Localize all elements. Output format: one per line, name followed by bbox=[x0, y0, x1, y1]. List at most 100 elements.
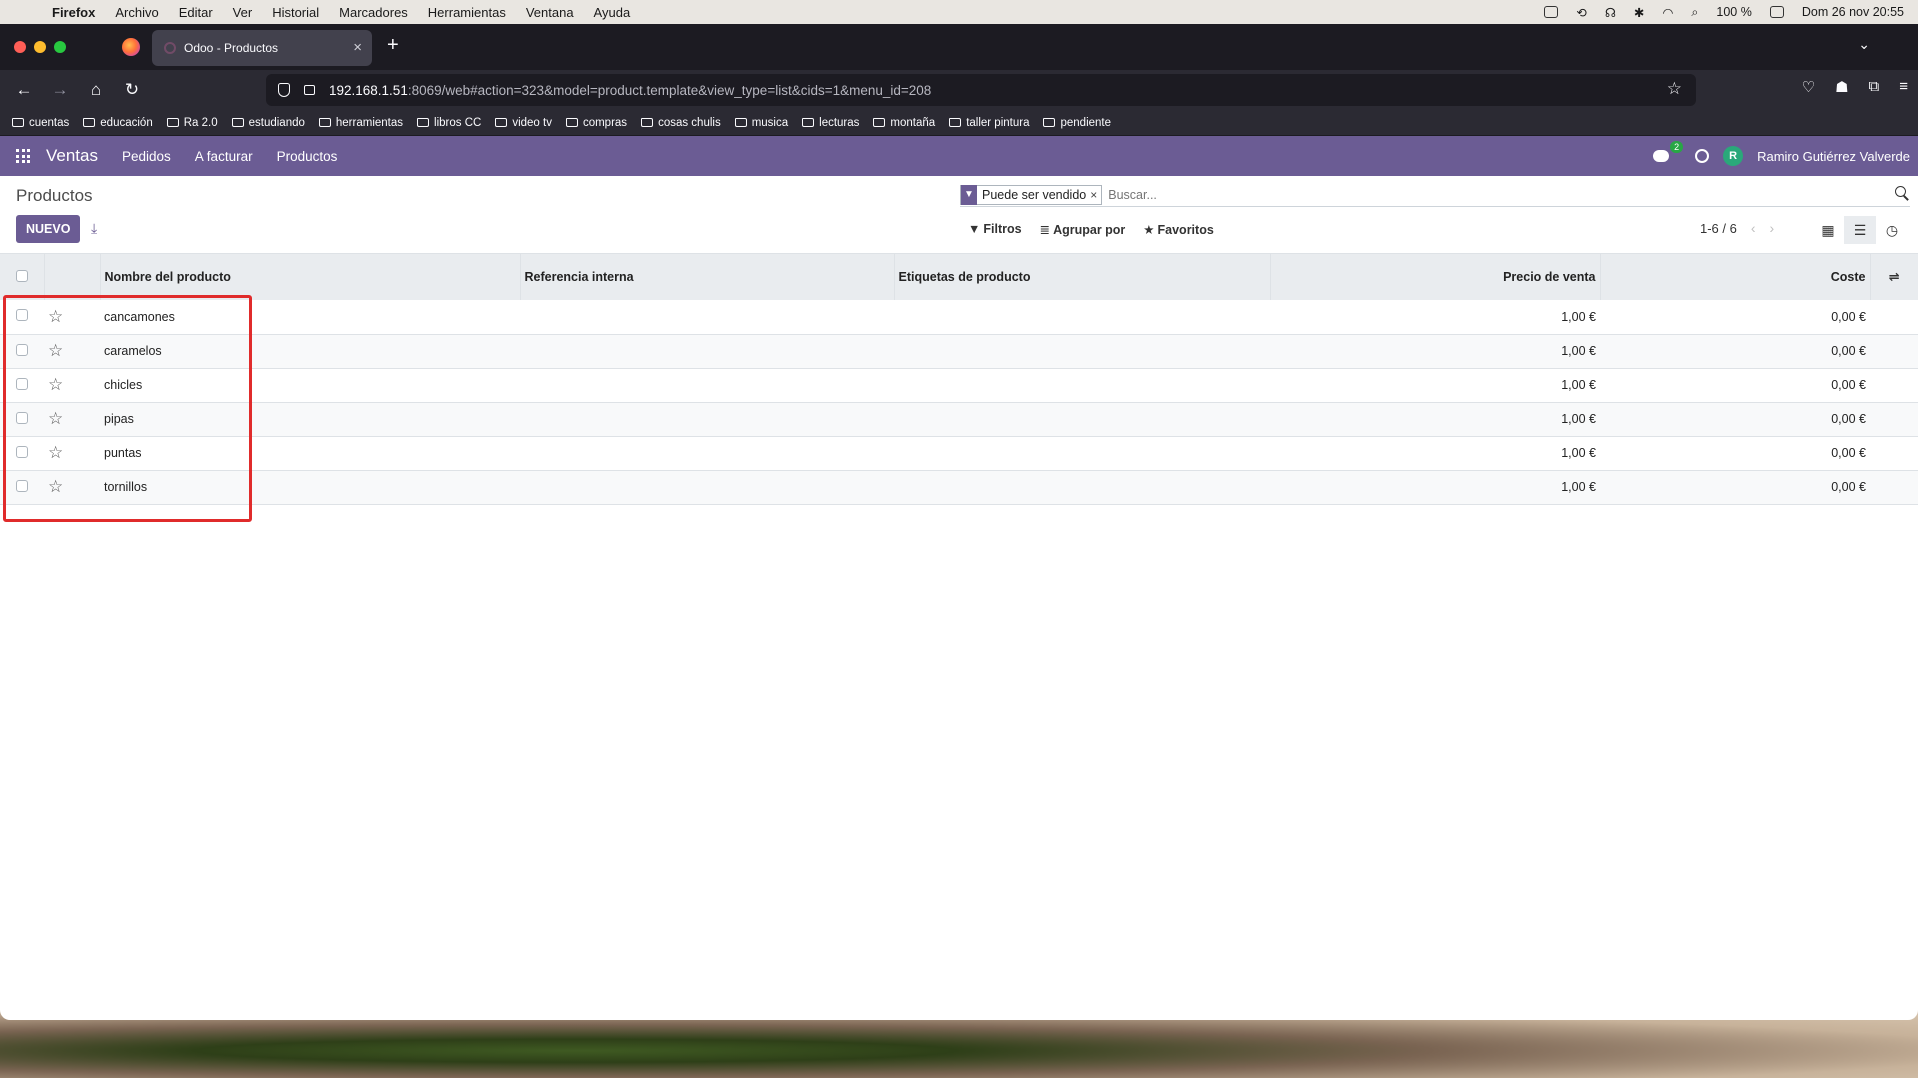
search-facet[interactable]: ▼ Puede ser vendido × bbox=[960, 184, 1103, 205]
app-name-ventas[interactable]: Ventas bbox=[46, 146, 98, 166]
list-view-icon[interactable]: ☰ bbox=[1844, 216, 1876, 244]
internal-reference[interactable] bbox=[520, 402, 894, 437]
table-row[interactable]: ☆ chicles 1,00 € 0,00 € bbox=[0, 368, 1918, 403]
menubar-archivo[interactable]: Archivo bbox=[115, 5, 158, 20]
favorite-star-icon[interactable]: ☆ bbox=[48, 409, 63, 428]
table-row[interactable]: ☆ puntas 1,00 € 0,00 € bbox=[0, 436, 1918, 471]
column-header-tags[interactable]: Etiquetas de producto bbox=[894, 254, 1271, 300]
pager-previous-icon[interactable]: ‹ bbox=[1751, 220, 1756, 236]
new-tab-icon[interactable]: + bbox=[387, 34, 399, 57]
insecure-lock-icon[interactable] bbox=[304, 85, 315, 95]
user-name[interactable]: Ramiro Gutiérrez Valverde bbox=[1757, 149, 1910, 164]
bookmark-star-icon[interactable]: ☆ bbox=[1667, 79, 1682, 99]
new-button[interactable]: NUEVO bbox=[16, 215, 81, 243]
hamburger-menu-icon[interactable]: ≡ bbox=[1899, 78, 1908, 96]
favorite-star-icon[interactable]: ☆ bbox=[48, 443, 63, 462]
menubar-ventana[interactable]: Ventana bbox=[526, 5, 574, 20]
optional-columns-sliders-icon[interactable]: ⇌ bbox=[1889, 269, 1900, 284]
menu-pedidos[interactable]: Pedidos bbox=[122, 149, 171, 164]
bluetooth-icon[interactable]: ✱ bbox=[1634, 5, 1644, 20]
row-checkbox[interactable] bbox=[16, 479, 28, 492]
product-tags[interactable] bbox=[894, 300, 1270, 335]
sale-price[interactable]: 1,00 € bbox=[1270, 470, 1600, 505]
bookmark-folder[interactable]: libros CC bbox=[417, 117, 481, 129]
bookmark-folder[interactable]: lecturas bbox=[802, 117, 859, 129]
bookmark-folder[interactable]: estudiando bbox=[231, 117, 305, 129]
bookmark-folder[interactable]: taller pintura bbox=[949, 117, 1029, 129]
select-all-checkbox[interactable] bbox=[15, 269, 28, 282]
column-header-internal-ref[interactable]: Referencia interna bbox=[520, 254, 895, 300]
extensions-puzzle-icon[interactable]: ⧉ bbox=[1869, 78, 1880, 96]
cost[interactable]: 0,00 € bbox=[1600, 402, 1870, 437]
cost[interactable]: 0,00 € bbox=[1600, 470, 1870, 505]
menubar-ver[interactable]: Ver bbox=[233, 5, 253, 20]
kanban-view-icon[interactable]: ▦ bbox=[1812, 216, 1844, 244]
column-header-name[interactable]: Nombre del producto bbox=[100, 254, 521, 300]
apps-grid-icon[interactable] bbox=[16, 149, 30, 163]
product-tags[interactable] bbox=[894, 334, 1270, 369]
bookmark-folder[interactable]: herramientas bbox=[318, 117, 403, 129]
extension-icon[interactable]: ☗ bbox=[1835, 78, 1848, 96]
menubar-editar[interactable]: Editar bbox=[179, 5, 213, 20]
product-name[interactable]: chicles bbox=[100, 368, 520, 403]
menubar-ayuda[interactable]: Ayuda bbox=[594, 5, 631, 20]
sale-price[interactable]: 1,00 € bbox=[1270, 300, 1600, 335]
menubar-herramientas[interactable]: Herramientas bbox=[428, 5, 506, 20]
row-checkbox[interactable] bbox=[16, 445, 28, 458]
headphones-icon[interactable]: ☊ bbox=[1605, 5, 1616, 20]
url-bar[interactable]: 192.168.1.51:8069/web#action=323&model=p… bbox=[266, 74, 1696, 106]
product-name[interactable]: caramelos bbox=[100, 334, 520, 369]
menubar-marcadores[interactable]: Marcadores bbox=[339, 5, 408, 20]
bookmark-folder[interactable]: educación bbox=[83, 117, 153, 129]
close-window-button[interactable] bbox=[14, 41, 26, 53]
menu-productos[interactable]: Productos bbox=[277, 149, 338, 164]
internal-reference[interactable] bbox=[520, 436, 894, 471]
forward-icon[interactable]: → bbox=[42, 80, 78, 100]
product-tags[interactable] bbox=[894, 470, 1270, 505]
time-machine-icon[interactable]: ⟲ bbox=[1576, 5, 1586, 20]
home-icon[interactable]: ⌂ bbox=[78, 80, 114, 100]
search-input[interactable] bbox=[1108, 187, 1869, 202]
messaging-chat-icon[interactable]: 2 bbox=[1653, 141, 1684, 162]
pager-next-icon[interactable]: › bbox=[1770, 220, 1775, 236]
table-row[interactable]: ☆ pipas 1,00 € 0,00 € bbox=[0, 402, 1918, 437]
internal-reference[interactable] bbox=[520, 334, 894, 369]
internal-reference[interactable] bbox=[520, 368, 894, 403]
zoom-window-button[interactable] bbox=[54, 41, 66, 53]
product-tags[interactable] bbox=[894, 368, 1270, 403]
sale-price[interactable]: 1,00 € bbox=[1270, 402, 1600, 437]
menubar-historial[interactable]: Historial bbox=[272, 5, 319, 20]
bookmark-folder[interactable]: musica bbox=[734, 117, 788, 129]
bookmark-folder[interactable]: compras bbox=[565, 117, 627, 129]
product-name[interactable]: tornillos bbox=[100, 470, 520, 505]
pager-value[interactable]: 1-6 / 6 bbox=[1700, 221, 1737, 236]
bookmark-folder[interactable]: cosas chulis bbox=[641, 117, 721, 129]
screen-mirror-icon[interactable] bbox=[1544, 6, 1559, 18]
column-header-sale-price[interactable]: Precio de venta bbox=[1270, 254, 1601, 300]
bookmark-folder[interactable]: Ra 2.0 bbox=[166, 117, 218, 129]
product-tags[interactable] bbox=[894, 436, 1270, 471]
favorite-star-icon[interactable]: ☆ bbox=[48, 375, 63, 394]
cost[interactable]: 0,00 € bbox=[1600, 300, 1870, 335]
favorite-star-icon[interactable]: ☆ bbox=[48, 341, 63, 360]
bookmark-folder[interactable]: pendiente bbox=[1043, 117, 1111, 129]
product-name[interactable]: cancamones bbox=[100, 300, 520, 335]
row-checkbox[interactable] bbox=[16, 343, 28, 356]
cost[interactable]: 0,00 € bbox=[1600, 436, 1870, 471]
activity-view-clock-icon[interactable]: ◷ bbox=[1876, 216, 1908, 244]
product-name[interactable]: pipas bbox=[100, 402, 520, 437]
column-header-cost[interactable]: Coste bbox=[1600, 254, 1871, 300]
export-download-icon[interactable]: ⤓ bbox=[91, 220, 103, 236]
favorites-dropdown[interactable]: ★ Favoritos bbox=[1143, 222, 1213, 237]
internal-reference[interactable] bbox=[520, 470, 894, 505]
battery-percent[interactable]: 100 % bbox=[1716, 5, 1751, 19]
menubar-datetime[interactable]: Dom 26 nov 20:55 bbox=[1802, 5, 1904, 19]
product-tags[interactable] bbox=[894, 402, 1270, 437]
search-icon[interactable] bbox=[1895, 186, 1906, 197]
list-all-tabs-chevron-icon[interactable]: ⌄ bbox=[1858, 36, 1870, 53]
group-by-dropdown[interactable]: ≣ Agrupar por bbox=[1040, 222, 1126, 237]
minimize-window-button[interactable] bbox=[34, 41, 46, 53]
row-checkbox[interactable] bbox=[16, 411, 28, 424]
cost[interactable]: 0,00 € bbox=[1600, 368, 1870, 403]
table-row[interactable]: ☆ tornillos 1,00 € 0,00 € bbox=[0, 470, 1918, 505]
